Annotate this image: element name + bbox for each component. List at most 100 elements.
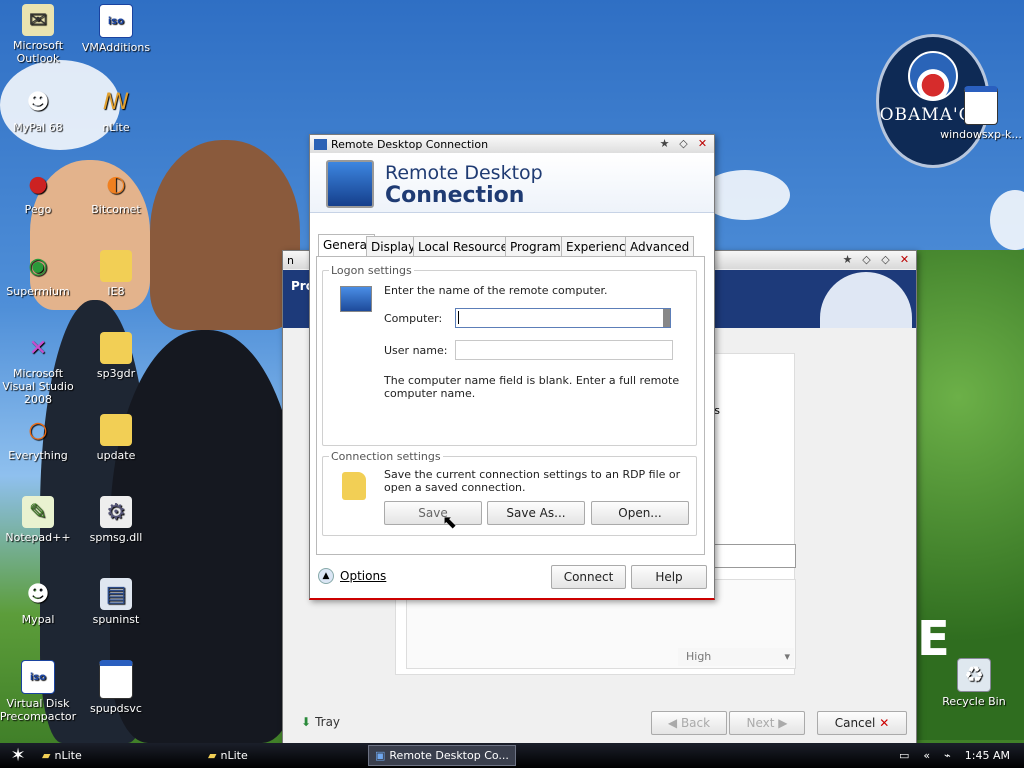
rdc-title-icon xyxy=(314,138,327,150)
desktop-icon-label: update xyxy=(96,449,136,462)
close-icon[interactable]: ✕ xyxy=(695,136,710,151)
desktop-icon-nlite[interactable]: ꟿ nLite xyxy=(76,86,156,134)
desktop-icon-spuninst[interactable]: ▤ spuninst xyxy=(76,578,156,626)
desktop-icon-label: sp3gdr xyxy=(96,367,136,380)
desktop-icon-pego[interactable]: ● Pego xyxy=(0,168,78,216)
taskbar-item-rdc[interactable]: ▣ Remote Desktop Co... xyxy=(368,745,516,766)
options-toggle[interactable]: ▲ Options xyxy=(318,568,386,584)
tray-label: Tray xyxy=(315,715,341,729)
nlite-icon: ꟿ xyxy=(102,89,130,115)
desktop-icon-label: Bitcomet xyxy=(91,203,141,216)
desktop-icon-ie8[interactable]: IE8 xyxy=(76,250,156,298)
dropdown-arrow-icon[interactable] xyxy=(663,309,670,327)
taskbar-item-nlite-1[interactable]: ▰ nLite xyxy=(36,746,198,765)
desktop-icon-label: spuninst xyxy=(92,613,140,626)
desktop-icon-label: MyPal 68 xyxy=(13,121,63,134)
desktop-icon-supermium[interactable]: ◉ Supermium xyxy=(0,250,78,298)
next-icon: ▶ xyxy=(774,716,788,730)
folder-icon xyxy=(100,414,132,446)
desktop-icon-label: Virtual Disk Precompactor xyxy=(0,697,77,723)
pin-icon[interactable]: ★ xyxy=(657,136,672,151)
tray-chevron-icon[interactable]: « xyxy=(923,749,930,762)
desktop-icon-notepad-[interactable]: ✎ Notepad++ xyxy=(0,496,78,544)
nlite-logo xyxy=(820,272,912,328)
desktop-icon-vmadditions[interactable]: iso VMAdditions xyxy=(76,4,156,54)
window-app-icon xyxy=(99,660,133,699)
minimize-icon[interactable]: ◇ xyxy=(859,252,874,267)
pin-icon[interactable]: ★ xyxy=(840,252,855,267)
back-label: Back xyxy=(680,716,711,730)
cancel-button[interactable]: Cancel ✕ xyxy=(817,711,907,735)
cloud xyxy=(990,190,1024,250)
desktop-icon-everything[interactable]: ○ Everything xyxy=(0,414,78,462)
next-button[interactable]: Next ▶ xyxy=(729,711,805,735)
open-button[interactable]: Open... xyxy=(591,501,689,525)
mypal-icon: ☻ xyxy=(26,89,50,115)
task-label: nLite xyxy=(54,749,82,762)
installer-icon: ▤ xyxy=(100,578,132,610)
help-button[interactable]: Help xyxy=(631,565,707,589)
desktop-icon-sp3gdr[interactable]: sp3gdr xyxy=(76,332,156,380)
window-app-icon xyxy=(964,86,998,125)
start-button-star-icon[interactable]: ✶ xyxy=(0,745,36,766)
clock[interactable]: 1:45 AM xyxy=(965,749,1010,762)
folder-icon xyxy=(100,332,132,364)
desktop-icon-microsoft-outlook[interactable]: ✉ Microsoft Outlook xyxy=(0,4,78,65)
header-line1: Remote Desktop xyxy=(385,162,543,184)
tab-local-resources[interactable]: Local Resources xyxy=(413,236,520,257)
desktop-icon-spupdsvc[interactable]: spupdsvc xyxy=(76,660,156,715)
desktop-icon-microsoft-visual-studio-2008[interactable]: ✕ Microsoft Visual Studio 2008 xyxy=(0,332,78,406)
save-button[interactable]: Save xyxy=(384,501,482,525)
save-as-button[interactable]: Save As... xyxy=(487,501,585,525)
desktop-icon-virtual-disk-precompactor[interactable]: iso Virtual Disk Precompactor xyxy=(0,660,78,723)
network-icon[interactable]: ⌁ xyxy=(944,749,951,762)
task-label: Remote Desktop Co... xyxy=(389,749,509,762)
blank-name-warning: The computer name field is blank. Enter … xyxy=(384,374,680,400)
username-label: User name: xyxy=(384,344,448,357)
desktop-icon-bitcomet[interactable]: ◐ Bitcomet xyxy=(76,168,156,216)
desktop-icon-label: nLite xyxy=(102,121,130,134)
outlook-icon: ✉ xyxy=(22,4,54,36)
desktop-icon-spmsg-dll[interactable]: ⚙ spmsg.dll xyxy=(76,496,156,544)
pego-icon: ● xyxy=(28,171,48,197)
header-line2: Connection xyxy=(385,183,525,208)
priority-value: High xyxy=(686,650,712,663)
desktop-icon-windowsxp[interactable]: windowsxp-k... xyxy=(936,86,1024,141)
desktop-icon-label: spupdsvc xyxy=(90,702,142,715)
close-icon[interactable]: ✕ xyxy=(897,252,912,267)
connect-button[interactable]: Connect xyxy=(551,565,626,589)
tab-advanced[interactable]: Advanced xyxy=(625,236,695,257)
chevron-up-icon: ▲ xyxy=(318,568,334,584)
keyboard-icon[interactable]: ▭ xyxy=(899,749,909,762)
task-label: nLite xyxy=(220,749,248,762)
text-caret xyxy=(458,311,459,324)
restore-icon[interactable]: ◇ xyxy=(676,136,691,151)
desktop-icon-mypal[interactable]: ☻ Mypal xyxy=(0,578,78,626)
tray-button[interactable]: ⬇ Tray xyxy=(301,715,340,729)
priority-dropdown[interactable]: High ▾ xyxy=(678,648,794,666)
rdc-titlebar[interactable]: Remote Desktop Connection ★ ◇ ✕ xyxy=(310,135,714,153)
notepadpp-icon: ✎ xyxy=(22,496,54,528)
desktop-icon-label: Microsoft Visual Studio 2008 xyxy=(2,367,74,406)
folder-icon: ▰ xyxy=(208,749,217,762)
back-button[interactable]: ◀ Back xyxy=(651,711,727,735)
system-tray: ▭ « ⌁ 1:45 AM xyxy=(899,749,1024,762)
monitor-icon xyxy=(326,160,374,208)
username-field[interactable] xyxy=(455,340,673,360)
person-photo-center xyxy=(150,140,300,330)
desktop-icon-label: Supermium xyxy=(6,285,70,298)
visual-studio-icon: ✕ xyxy=(28,335,48,361)
iso-file-icon: iso xyxy=(99,4,133,38)
desktop-icon-update[interactable]: update xyxy=(76,414,156,462)
folder-icon: ▰ xyxy=(42,749,51,762)
maximize-icon[interactable]: ◇ xyxy=(878,252,893,267)
taskbar-item-nlite-2[interactable]: ▰ nLite xyxy=(202,746,364,765)
supermium-icon: ◉ xyxy=(28,253,48,279)
computer-label: Computer: xyxy=(384,312,443,325)
chevron-down-icon: ▾ xyxy=(784,650,790,663)
connection-description: Save the current connection settings to … xyxy=(384,468,681,494)
cancel-x-icon: ✕ xyxy=(879,716,890,730)
taskbar: ✶ ▰ nLite ▰ nLite ▣ Remote Desktop Co...… xyxy=(0,743,1024,768)
computer-combobox[interactable] xyxy=(455,308,671,328)
desktop-icon-mypal-68[interactable]: ☻ MyPal 68 xyxy=(0,86,78,134)
